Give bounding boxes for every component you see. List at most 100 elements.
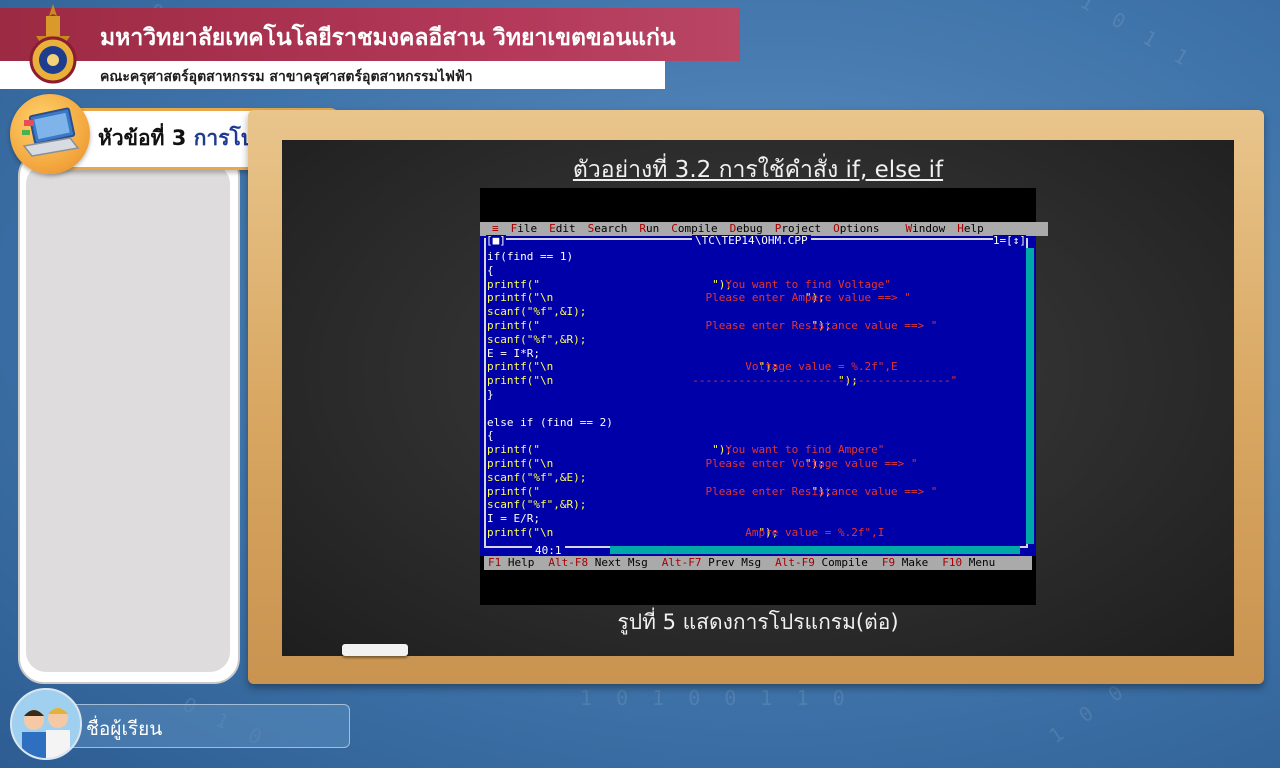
menu-hotkey: C <box>671 222 678 235</box>
code-line: else if (find == 2) <box>487 416 1025 430</box>
code-line: printf(" "); Please enter Resistance val… <box>487 319 1025 333</box>
code-line: printf("\n "); Please enter Ampere value… <box>487 291 1025 305</box>
code-line: printf("\n "); Ampre value = %.2f",I <box>487 526 1025 540</box>
status-shortcut[interactable]: F1 Help <box>488 556 534 569</box>
example-title: ตัวอย่างที่ 3.2 การใช้คำสั่ง if, else if <box>572 157 944 183</box>
code-string: You want to find Voltage" <box>487 277 891 291</box>
university-logo-icon <box>29 4 77 84</box>
code-text: else if (find == 2) <box>487 415 613 429</box>
status-shortcut[interactable]: F9 Make <box>882 556 928 569</box>
ide-menu-item[interactable]: Help <box>957 222 984 235</box>
menu-label: indow <box>912 222 946 235</box>
code-line: scanf("%f",&I); <box>487 305 1025 319</box>
code-line: { <box>487 429 1025 443</box>
code-text: scanf("%f",&I); <box>487 305 587 319</box>
menu-hotkey: R <box>639 222 646 235</box>
shortcut-key: F10 <box>942 556 963 569</box>
topic-prefix: หัวข้อที่ 3 <box>98 126 187 150</box>
side-panel-content <box>26 164 230 672</box>
ide-status-bar: F1 Help Alt-F8 Next Msg Alt-F7 Prev Msg Alt… <box>484 556 1032 570</box>
code-text: { <box>487 429 494 443</box>
code-line: printf(" "); You want to find Ampere" <box>487 443 1025 457</box>
code-line: printf("\n "); Voltage value = %.2f",E <box>487 360 1025 374</box>
status-shortcut[interactable]: Alt-F7 Prev Msg <box>662 556 761 569</box>
ide-menu-item[interactable]: Window <box>906 222 946 235</box>
menu-label: dit <box>555 222 576 235</box>
horizontal-scrollbar <box>610 546 1020 554</box>
shortcut-key: F9 <box>881 556 896 569</box>
editor-filename: \TC\TEP14\OHM.CPP <box>692 235 811 247</box>
code-text: scanf("%f",&R); <box>487 332 587 346</box>
code-text: E = I*R; <box>487 346 540 360</box>
students-avatar-icon <box>10 688 82 760</box>
laptop-icon <box>10 94 90 174</box>
code-string: ---------------------------------------" <box>487 374 958 388</box>
code-string: Voltage value = %.2f",E <box>487 360 898 374</box>
shortcut-label: Help <box>501 556 535 569</box>
status-shortcut[interactable]: F10 Menu <box>942 556 995 569</box>
shortcut-label: Compile <box>814 556 868 569</box>
menu-hotkey: O <box>833 222 840 235</box>
menu-hotkey: E <box>549 222 556 235</box>
menu-label: elp <box>963 222 984 235</box>
shortcut-label: Make <box>895 556 929 569</box>
code-area: if(find == 1){printf(" "); You want to f… <box>487 250 1025 542</box>
code-string: Please enter Resistance value ==> " <box>487 484 938 498</box>
cursor-position: 40:1 <box>532 545 565 556</box>
code-string: Please enter Resistance value ==> " <box>487 318 938 332</box>
ide-screenshot: ≡ File Edit Search Run Compile Debug Project Opt… <box>480 188 1048 605</box>
ide-menu-item[interactable]: Run <box>639 222 659 235</box>
figure-caption: รูปที่ 5 แสดงการโปรแกรม(ต่อ) <box>617 610 899 634</box>
code-string: You want to find Ampere" <box>487 443 885 457</box>
code-line: scanf("%f",&R); <box>487 333 1025 347</box>
shortcut-label: Next Msg <box>588 556 648 569</box>
code-line: E = I*R; <box>487 347 1025 361</box>
code-line: scanf("%f",&E); <box>487 471 1025 485</box>
code-text: } <box>487 387 494 401</box>
code-text: scanf("%f",&E); <box>487 470 587 484</box>
code-line: printf("\n "); -------------------------… <box>487 374 1025 388</box>
menu-label: un <box>646 222 660 235</box>
code-line: I = E/R; <box>487 512 1025 526</box>
ide-editor-window: [■] \TC\TEP14\OHM.CPP 1=[↕] if(find == 1… <box>480 234 1036 556</box>
background-binary-digits: 1 0 1 0 0 1 1 0 <box>580 686 851 710</box>
code-line: printf(" "); Please enter Resistance val… <box>487 485 1025 499</box>
shortcut-key: Alt-F7 <box>661 556 702 569</box>
code-text: if(find == 1) <box>487 250 574 263</box>
menu-label: ile <box>517 222 538 235</box>
code-line: { <box>487 264 1025 278</box>
code-line: printf(" "); You want to find Voltage" <box>487 278 1025 292</box>
ide-menu-item[interactable]: Edit <box>549 222 576 235</box>
status-shortcut[interactable]: Alt-F8 Next Msg <box>548 556 647 569</box>
code-line: printf("\n "); Please enter Voltage valu… <box>487 457 1025 471</box>
code-line: } <box>487 388 1025 402</box>
code-text: I = E/R; <box>487 512 540 526</box>
menu-label: ptions <box>839 222 880 235</box>
chalk-piece <box>342 644 408 656</box>
status-shortcut[interactable]: Alt-F9 Compile <box>775 556 868 569</box>
code-string: Please enter Ampere value ==> " <box>487 291 911 305</box>
code-line: if(find == 1) <box>487 250 1025 264</box>
window-number: 1=[↕] <box>992 234 1026 247</box>
faculty-name: คณะครุศาสตร์อุตสาหกรรม สาขาครุศาสตร์อุตส… <box>100 69 473 85</box>
ide-menu-item[interactable]: Search <box>588 222 628 235</box>
window-close-icon: [■] <box>486 234 506 247</box>
background-binary-digits: 0 1 0 1 1 <box>1044 0 1198 73</box>
shortcut-key: Alt-F8 <box>548 556 589 569</box>
shortcut-label: Prev Msg <box>701 556 762 569</box>
student-name-label: ชื่อผู้เรียน <box>86 718 163 740</box>
university-name: มหาวิทยาลัยเทคโนโลยีราชมงคลอีสาน วิทยาเข… <box>100 25 676 51</box>
shortcut-key: F1 <box>488 556 502 569</box>
ide-menu-item[interactable]: Options <box>833 222 879 235</box>
menu-hotkey: H <box>957 222 964 235</box>
shortcut-key: Alt-F9 <box>775 556 815 569</box>
code-line: scanf("%f",&R); <box>487 498 1025 512</box>
shortcut-label: Menu <box>962 556 996 569</box>
code-string: Please enter Voltage value ==> " <box>487 456 918 470</box>
ide-menu-item[interactable]: File <box>511 222 538 235</box>
code-text: { <box>487 263 494 277</box>
code-text: scanf("%f",&R); <box>487 498 587 512</box>
menu-label: earch <box>594 222 628 235</box>
code-string: Ampre value = %.2f",I <box>487 525 885 539</box>
